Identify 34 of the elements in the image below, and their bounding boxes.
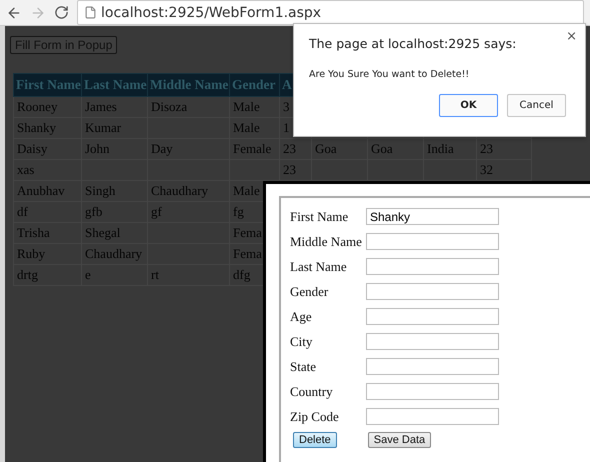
text-field[interactable]: Shanky <box>366 208 499 225</box>
dialog-message: Are You Sure You want to Delete!! <box>309 69 470 80</box>
column-header: Middle Name <box>148 74 230 96</box>
field-label: Zip Code <box>290 408 340 424</box>
field-label: Gender <box>290 284 330 300</box>
column-header: First Name <box>14 74 82 96</box>
text-field[interactable] <box>366 308 499 325</box>
field-label: Middle Name <box>290 234 363 250</box>
close-button[interactable]: × <box>566 29 577 44</box>
back-icon[interactable] <box>6 4 22 20</box>
text-field[interactable] <box>366 233 499 250</box>
text-field[interactable] <box>366 358 499 375</box>
field-label: State <box>290 358 317 374</box>
field-label: Country <box>290 384 334 400</box>
ok-button[interactable]: OK <box>439 94 498 117</box>
page-icon <box>84 6 97 19</box>
field-label: City <box>290 334 314 350</box>
column-header: Gender <box>230 74 280 96</box>
field-label: Last Name <box>290 258 348 274</box>
delete-button[interactable]: Delete <box>293 432 337 448</box>
text-field[interactable] <box>366 408 499 425</box>
save-button[interactable]: Save Data <box>368 432 432 448</box>
text-field[interactable] <box>366 258 499 275</box>
forward-icon[interactable] <box>30 4 46 20</box>
reload-icon[interactable] <box>54 5 69 20</box>
cancel-button[interactable]: Cancel <box>507 94 566 117</box>
field-label: Age <box>290 308 313 324</box>
field-label: First Name <box>290 208 350 224</box>
address-bar[interactable]: localhost:2925/WebForm1.aspx <box>77 0 584 25</box>
column-header: Last Name <box>82 74 148 96</box>
text-field[interactable] <box>366 383 499 400</box>
text-field[interactable] <box>366 283 499 300</box>
text-field[interactable] <box>366 333 499 350</box>
dialog-title: The page at localhost:2925 says: <box>309 36 518 51</box>
